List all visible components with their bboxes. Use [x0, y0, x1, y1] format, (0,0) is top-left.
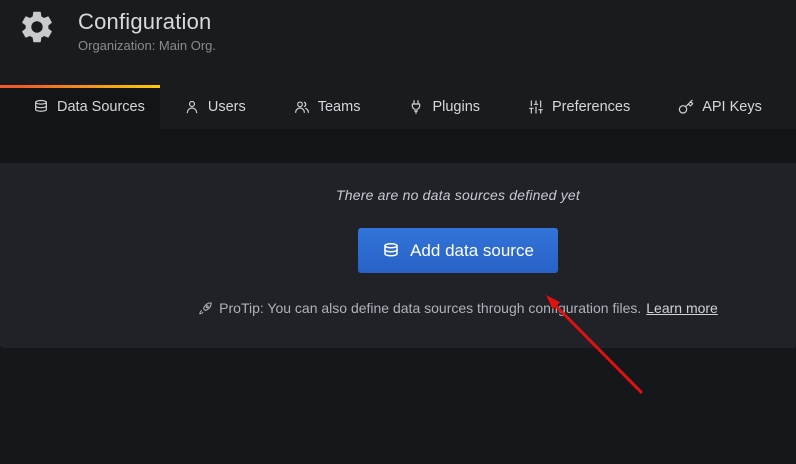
- tab-api-keys[interactable]: API Keys: [654, 85, 786, 129]
- tab-preferences[interactable]: Preferences: [504, 85, 654, 129]
- database-icon: [382, 242, 400, 260]
- learn-more-link[interactable]: Learn more: [646, 300, 718, 316]
- tab-label: Users: [208, 99, 246, 115]
- page-title: Configuration: [78, 9, 216, 35]
- protip-row: ProTip: You can also define data sources…: [120, 300, 796, 316]
- user-icon: [184, 99, 200, 115]
- tab-label: Preferences: [552, 99, 630, 115]
- configuration-page: Configuration Organization: Main Org. Da…: [0, 0, 796, 464]
- add-data-source-button[interactable]: Add data source: [358, 228, 558, 273]
- tab-label: Teams: [318, 99, 361, 115]
- tab-label: API Keys: [702, 99, 762, 115]
- page-subtitle: Organization: Main Org.: [78, 38, 216, 53]
- users-icon: [294, 99, 310, 115]
- tab-teams[interactable]: Teams: [270, 85, 385, 129]
- gear-icon: [18, 8, 56, 46]
- tab-bar: Data Sources Users Teams: [0, 85, 796, 129]
- empty-state-message: There are no data sources defined yet: [120, 163, 796, 203]
- page-header: Configuration Organization: Main Org.: [0, 0, 796, 85]
- rocket-icon: [198, 301, 213, 316]
- footer-band: [0, 348, 796, 464]
- tab-underbar: [0, 129, 796, 163]
- protip-text: ProTip: You can also define data sources…: [219, 300, 641, 316]
- tab-label: Plugins: [432, 99, 480, 115]
- database-icon: [33, 99, 49, 115]
- tab-users[interactable]: Users: [160, 85, 270, 129]
- key-icon: [678, 99, 694, 115]
- content-panel: There are no data sources defined yet Ad…: [0, 163, 796, 348]
- add-button-label: Add data source: [410, 241, 534, 261]
- sliders-icon: [528, 99, 544, 115]
- tab-label: Data Sources: [57, 99, 145, 115]
- plug-icon: [408, 99, 424, 115]
- tab-data-sources[interactable]: Data Sources: [0, 85, 160, 129]
- empty-state: There are no data sources defined yet Ad…: [120, 163, 796, 316]
- tab-plugins[interactable]: Plugins: [384, 85, 504, 129]
